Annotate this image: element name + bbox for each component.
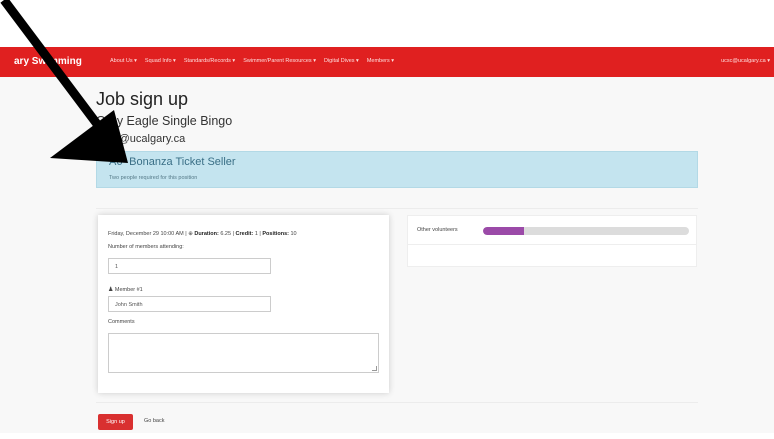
go-back-link[interactable]: Go back	[144, 418, 164, 424]
volunteers-progress-bar	[483, 227, 689, 235]
page-content: Job sign up Grey Eagle Single Bingo ucsc…	[0, 77, 774, 433]
shift-info: Friday, December 29 10:00 AM | ⊕ Duratio…	[108, 231, 297, 237]
volunteers-progress-fill	[483, 227, 525, 235]
clock-icon: ⊕	[188, 231, 193, 237]
duration-value: 6.25	[220, 231, 232, 237]
event-email: ucsc@ucalgary.ca	[96, 133, 186, 145]
nav-menu: About Us ▾ Squad Info ▾ Standards/Record…	[110, 58, 394, 64]
positions-value: 10	[290, 231, 297, 237]
credit-label: Credit:	[235, 231, 254, 237]
position-alert: A6- Bonanza Ticket Seller Two people req…	[96, 151, 698, 188]
divider	[96, 208, 698, 209]
page-title: Job sign up	[96, 89, 189, 109]
members-attending-label: Number of members attending:	[108, 244, 184, 250]
volunteers-card: Other volunteers	[407, 215, 697, 267]
member-1-input[interactable]: John Smith	[108, 296, 271, 312]
position-subtitle: Two people required for this position	[109, 175, 198, 181]
sign-up-button[interactable]: Sign up	[98, 414, 133, 430]
card-divider	[408, 244, 696, 245]
nav-members[interactable]: Members ▾	[367, 58, 394, 64]
member-1-label-text: Member #1	[114, 287, 143, 293]
positions-label: Positions:	[262, 231, 289, 237]
comments-label: Comments	[108, 319, 135, 325]
position-title: A6- Bonanza Ticket Seller	[109, 156, 236, 168]
top-navbar: ary Swimming About Us ▾ Squad Info ▾ Sta…	[0, 47, 774, 77]
brand-logo[interactable]: ary Swimming	[14, 56, 82, 67]
nav-standards-records[interactable]: Standards/Records ▾	[184, 58, 235, 64]
shift-date: Friday, December 29 10:00 AM |	[108, 231, 187, 237]
user-icon: ♟	[108, 287, 114, 293]
event-name: Grey Eagle Single Bingo	[96, 114, 233, 128]
credit-value: 1	[254, 231, 258, 237]
duration-label: Duration:	[194, 231, 219, 237]
user-menu[interactable]: ucsc@ucalgary.ca ▾	[721, 58, 770, 64]
nav-about-us[interactable]: About Us ▾	[110, 58, 137, 64]
nav-squad-info[interactable]: Squad Info ▾	[145, 58, 176, 64]
nav-swimmer-parent-resources[interactable]: Swimmer/Parent Resources ▾	[243, 58, 316, 64]
members-attending-input[interactable]: 1	[108, 258, 271, 274]
signup-form-card: Friday, December 29 10:00 AM | ⊕ Duratio…	[98, 215, 389, 393]
resize-handle[interactable]	[372, 366, 377, 371]
comments-textarea[interactable]	[108, 333, 379, 373]
nav-digital-dives[interactable]: Digital Dives ▾	[324, 58, 359, 64]
other-volunteers-label: Other volunteers	[417, 227, 458, 233]
divider-bottom	[96, 402, 698, 403]
member-1-label: ♟ Member #1	[108, 286, 143, 293]
